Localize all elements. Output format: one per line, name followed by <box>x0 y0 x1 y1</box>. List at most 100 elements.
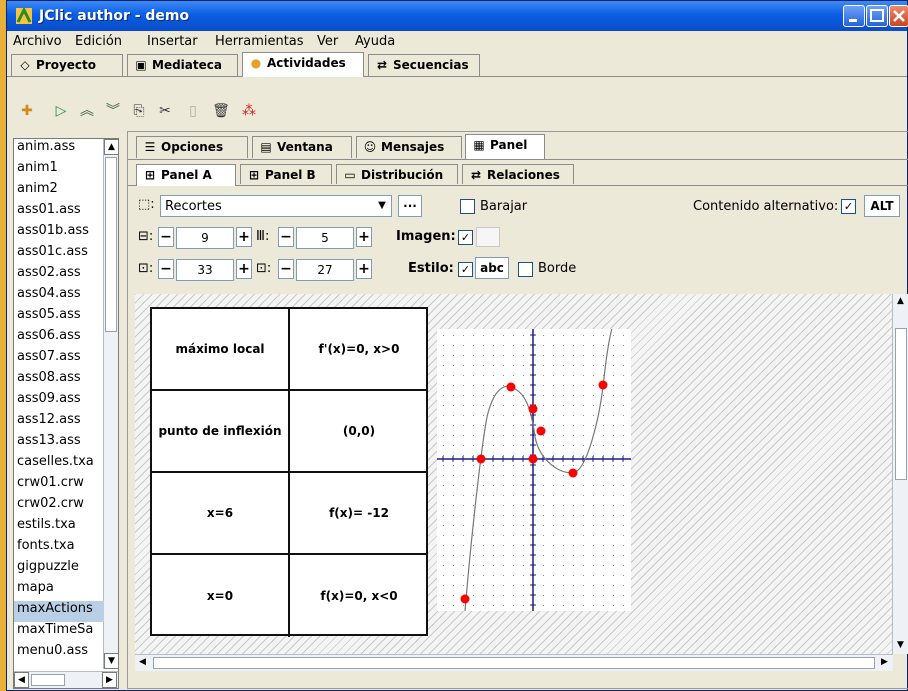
activity-list-item[interactable]: anim2 <box>14 181 104 202</box>
height-increment-button[interactable]: + <box>356 259 372 279</box>
chevron-down-icon[interactable]: ▼ <box>373 196 391 216</box>
menu-ayuda[interactable]: Ayuda <box>355 34 395 49</box>
grid-cell[interactable]: x=0 <box>152 555 290 637</box>
tab-relaciones[interactable]: ⇄ Relaciones <box>462 164 574 184</box>
activity-list-item[interactable]: maxTimeSa <box>14 622 104 643</box>
canvas-scroll-left-icon[interactable]: ◀ <box>135 655 150 671</box>
paste-icon[interactable]: ▯ <box>181 99 205 123</box>
tab-ventana[interactable]: ▤ Ventana <box>252 136 352 158</box>
activity-list-item[interactable]: ass02.ass <box>14 265 104 286</box>
menu-archivo[interactable]: Archivo <box>13 34 62 49</box>
activity-list-item[interactable]: ass01.ass <box>14 202 104 223</box>
image-picker-button[interactable] <box>476 227 500 247</box>
shuffle-icon[interactable]: ⁂ <box>237 99 261 123</box>
activity-list-item[interactable]: ass01c.ass <box>14 244 104 265</box>
delete-icon[interactable]: 🗑 <box>209 99 233 123</box>
menu-edicion[interactable]: Edición <box>75 34 122 49</box>
activity-list-item[interactable]: menu0.ass <box>14 643 104 664</box>
scroll-right-icon[interactable]: ▶ <box>102 672 117 688</box>
rows-increment-button[interactable]: + <box>236 227 252 247</box>
tab-panel-b[interactable]: ⊞ Panel B <box>240 164 332 184</box>
tab-proyecto[interactable]: ◇ Proyecto <box>11 54 123 76</box>
move-down-icon[interactable]: ︾ <box>101 99 125 123</box>
scroll-left-icon[interactable]: ◀ <box>14 672 29 688</box>
tab-opciones[interactable]: ☰ Opciones <box>136 136 248 158</box>
width-input[interactable]: 33 <box>176 259 234 281</box>
play-icon[interactable]: ▷ <box>49 99 73 123</box>
grid-cell[interactable]: x=6 <box>152 473 290 555</box>
style-sample-button[interactable]: abc <box>475 257 509 279</box>
canvas-hscroll-thumb[interactable] <box>153 657 875 669</box>
borde-checkbox[interactable] <box>518 262 533 277</box>
list-horizontal-scrollbar[interactable]: ◀ ▶ <box>14 671 118 688</box>
alt-button[interactable]: ALT <box>864 195 900 217</box>
activity-list-item[interactable]: crw01.crw <box>14 475 104 496</box>
activity-list-item[interactable]: estils.txa <box>14 517 104 538</box>
grid-cell[interactable]: (0,0) <box>290 391 428 473</box>
canvas-vertical-scrollbar[interactable]: ▲ ▼ <box>892 294 908 654</box>
grid-cell[interactable]: f(x)=0, x<0 <box>290 555 428 637</box>
list-scroll-thumb[interactable] <box>105 157 117 332</box>
canvas-scroll-right-icon[interactable]: ▶ <box>877 655 892 671</box>
tab-distribucion[interactable]: ▭ Distribución <box>336 164 458 184</box>
activity-list-item[interactable]: anim.ass <box>14 139 104 160</box>
cols-input[interactable]: 5 <box>296 227 354 249</box>
tab-secuencias[interactable]: ⇄ Secuencias <box>368 54 480 76</box>
grid-cell[interactable]: f'(x)=0, x>0 <box>290 309 428 391</box>
cut-icon[interactable]: ✂ <box>153 99 177 123</box>
rows-decrement-button[interactable]: − <box>158 227 174 247</box>
tab-mediateca[interactable]: ▣ Mediateca <box>127 54 238 76</box>
rows-input[interactable]: 9 <box>176 227 234 249</box>
close-button[interactable] <box>889 5 908 27</box>
new-activity-icon[interactable]: ✚ <box>15 99 39 123</box>
list-vertical-scrollbar[interactable]: ▲ ▼ <box>103 139 119 669</box>
shaper-edit-button[interactable]: ... <box>398 195 422 217</box>
height-input[interactable]: 27 <box>296 259 354 281</box>
activity-list[interactable]: ▲ ▼ ◀ ▶ anim.ass anim1 anim2 ass01.ass ass01… <box>13 138 119 689</box>
canvas-scroll-down-icon[interactable]: ▼ <box>893 638 908 654</box>
menu-herramientas[interactable]: Herramientas <box>215 34 304 49</box>
activity-list-item[interactable]: ass01b.ass <box>14 223 104 244</box>
activity-list-item[interactable]: mapa <box>14 580 104 601</box>
activity-list-item[interactable]: ass09.ass <box>14 391 104 412</box>
grid-cell[interactable]: máximo local <box>152 309 290 391</box>
canvas-horizontal-scrollbar[interactable]: ◀ ▶ <box>135 654 893 671</box>
activity-list-item[interactable]: ass05.ass <box>14 307 104 328</box>
activity-list-item[interactable]: ass12.ass <box>14 412 104 433</box>
copy-icon[interactable]: ⎘ <box>127 99 151 123</box>
height-decrement-button[interactable]: − <box>278 259 294 279</box>
grid-cell[interactable]: punto de inflexión <box>152 391 290 473</box>
menu-insertar[interactable]: Insertar <box>147 34 198 49</box>
activity-list-item[interactable]: crw02.crw <box>14 496 104 517</box>
estilo-checkbox[interactable]: ✓ <box>458 262 473 277</box>
cols-decrement-button[interactable]: − <box>278 227 294 247</box>
imagen-checkbox[interactable]: ✓ <box>458 230 473 245</box>
scroll-down-icon[interactable]: ▼ <box>104 653 119 669</box>
activity-list-item[interactable]: ass08.ass <box>14 370 104 391</box>
cols-increment-button[interactable]: + <box>356 227 372 247</box>
barajar-checkbox[interactable] <box>460 199 475 214</box>
activity-list-item[interactable]: ass04.ass <box>14 286 104 307</box>
tab-panel-a[interactable]: ⊞ Panel A <box>136 164 236 186</box>
activity-list-item[interactable]: ass06.ass <box>14 328 104 349</box>
canvas-scroll-thumb[interactable] <box>895 328 907 480</box>
activity-list-item[interactable]: maxActions <box>14 601 104 622</box>
width-increment-button[interactable]: + <box>236 259 252 279</box>
tab-panel[interactable]: ▦ Panel <box>465 134 545 159</box>
minimize-button[interactable] <box>843 5 865 27</box>
title-bar[interactable]: JClic author - demo <box>7 1 908 31</box>
tab-mensajes[interactable]: ☺ Mensajes <box>356 136 462 158</box>
shaper-select[interactable]: Recortes ▼ <box>160 195 392 217</box>
activity-list-item[interactable]: gigpuzzle <box>14 559 104 580</box>
grid-cell[interactable]: f(x)= -12 <box>290 473 428 555</box>
menu-ver[interactable]: Ver <box>317 34 338 49</box>
activity-list-item[interactable]: fonts.txa <box>14 538 104 559</box>
activity-list-item[interactable]: anim1 <box>14 160 104 181</box>
alt-content-checkbox[interactable]: ✓ <box>841 199 856 214</box>
list-hscroll-thumb[interactable] <box>31 674 65 686</box>
canvas-scroll-up-icon[interactable]: ▲ <box>893 294 908 310</box>
tab-actividades[interactable]: ● Actividades <box>242 52 364 77</box>
activity-list-item[interactable]: ass13.ass <box>14 433 104 454</box>
maximize-button[interactable] <box>866 5 888 27</box>
activity-list-item[interactable]: ass07.ass <box>14 349 104 370</box>
